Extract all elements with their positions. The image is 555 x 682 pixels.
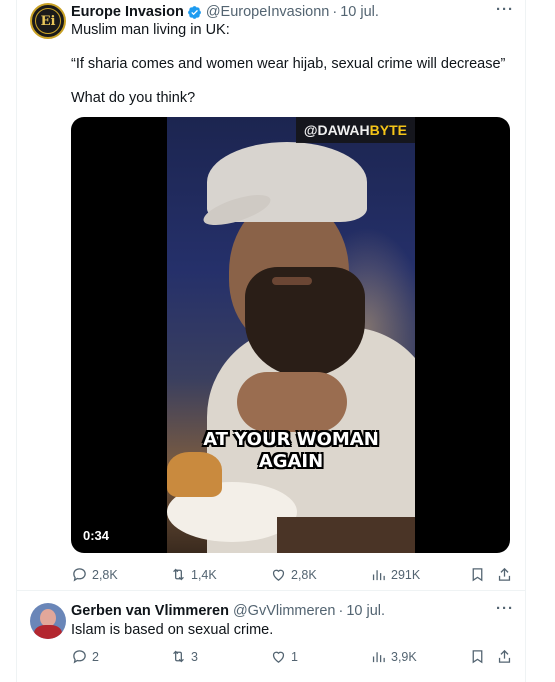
video-frame: @DAWAH BYTE AT YOUR WOMAN AGAIN [167, 117, 415, 553]
man-hand [237, 372, 347, 432]
bookmark-icon [472, 568, 483, 582]
like-button[interactable]: 1 [270, 648, 298, 665]
avatar[interactable]: Ei [30, 3, 66, 39]
tweet-text: Islam is based on sexual crime. [71, 622, 274, 638]
table [277, 517, 415, 553]
bookmark-button[interactable] [469, 566, 490, 583]
share-button[interactable] [496, 566, 517, 583]
timestamp[interactable]: 10 jul. [340, 4, 379, 20]
handle[interactable]: @GvVlimmeren [233, 603, 336, 619]
reply-count: 2,8K [92, 567, 118, 582]
repost-button[interactable]: 3 [170, 648, 198, 665]
separator-dot: · [332, 4, 338, 20]
tweet-header: Gerben van Vlimmeren @GvVlimmeren · 10 j… [71, 603, 385, 619]
share-button[interactable] [496, 648, 517, 665]
video-player[interactable]: @DAWAH BYTE AT YOUR WOMAN AGAIN 0:34 [71, 117, 510, 553]
more-options-icon[interactable]: ··· [496, 600, 514, 617]
views-chart-icon [372, 570, 385, 581]
watermark-text-white: @DAWAH [303, 122, 370, 138]
repost-count: 3 [191, 649, 198, 664]
separator-dot: · [338, 603, 344, 619]
heart-icon [272, 569, 285, 581]
tweet-text-line-3: What do you think? [71, 90, 196, 106]
tweet-text-line-2: “If sharia comes and women wear hijab, s… [71, 56, 506, 72]
repost-icon [173, 568, 184, 581]
verified-badge-icon [187, 5, 201, 19]
bookmark-button[interactable] [469, 648, 490, 665]
like-count: 2,8K [291, 567, 317, 582]
caption-line-1: AT YOUR WOMAN [203, 429, 379, 450]
reply-icon [73, 650, 86, 664]
video-duration: 0:34 [83, 528, 110, 543]
views-count: 3,9K [391, 649, 417, 664]
more-options-icon[interactable]: ··· [496, 1, 514, 18]
repost-count: 1,4K [191, 567, 217, 582]
views-button[interactable]: 291K [370, 566, 420, 583]
avatar-shirt [34, 625, 62, 639]
avatar-logo-text: Ei [40, 13, 56, 29]
watermark-text-accent: BYTE [369, 122, 407, 138]
views-count: 291K [391, 567, 421, 582]
caption-line-2: AGAIN [258, 451, 324, 472]
tweet-gerben[interactable]: Gerben van Vlimmeren @GvVlimmeren · 10 j… [0, 590, 555, 682]
display-name[interactable]: Europe Invasion [71, 4, 184, 20]
avatar[interactable] [30, 603, 66, 639]
like-count: 1 [291, 649, 298, 664]
repost-button[interactable]: 1,4K [170, 566, 217, 583]
share-icon [498, 567, 511, 581]
reply-button[interactable]: 2,8K [71, 566, 118, 583]
reply-icon [73, 568, 86, 582]
bookmark-icon [472, 650, 483, 664]
views-chart-icon [372, 652, 385, 663]
tweet-header: Europe Invasion @EuropeInvasionn · 10 ju… [71, 4, 379, 20]
video-watermark: @DAWAH BYTE [295, 117, 415, 143]
timestamp[interactable]: 10 jul. [346, 603, 385, 619]
repost-icon [173, 650, 184, 663]
display-name[interactable]: Gerben van Vlimmeren [71, 603, 229, 619]
tweet-text-line-1: Muslim man living in UK: [71, 22, 230, 38]
handle[interactable]: @EuropeInvasionn [206, 4, 330, 20]
like-button[interactable]: 2,8K [270, 566, 317, 583]
share-icon [498, 649, 511, 663]
views-button[interactable]: 3,9K [370, 648, 417, 665]
heart-icon [272, 651, 285, 663]
video-caption: AT YOUR WOMAN AGAIN [167, 429, 415, 473]
tweet-europe-invasion[interactable]: Ei Europe Invasion @EuropeInvasionn · 10… [0, 0, 555, 590]
reply-count: 2 [92, 649, 99, 664]
man-mouth [272, 277, 312, 285]
reply-button[interactable]: 2 [71, 648, 99, 665]
